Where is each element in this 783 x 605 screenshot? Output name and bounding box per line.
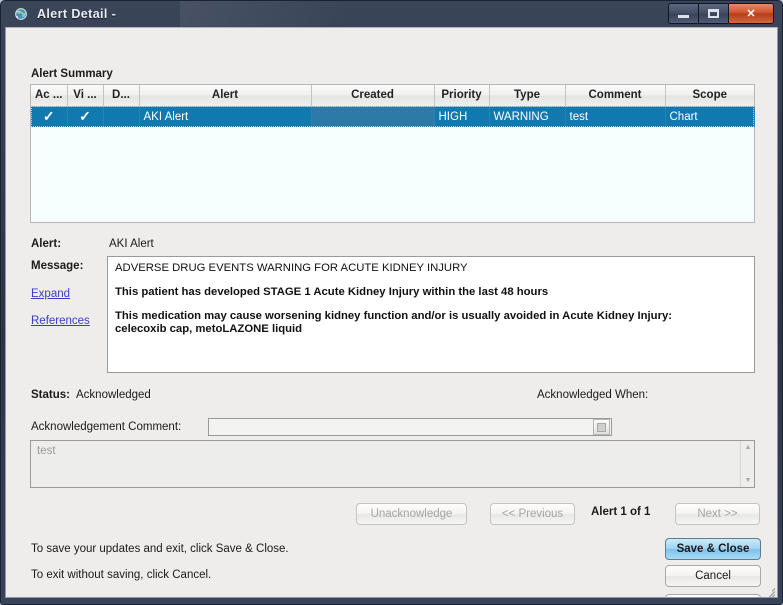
column-header-acknowledged[interactable]: Ac ... (31, 85, 68, 107)
scroll-down-icon[interactable]: ▼ (742, 475, 754, 486)
textarea-value: test (37, 445, 56, 457)
minimize-icon (678, 15, 689, 18)
cell-acknowledged: ✓ (31, 106, 68, 127)
acknowledgement-comment-textarea[interactable]: test ▲ ▼ (30, 440, 755, 488)
cell-type: WARNING (489, 106, 566, 127)
close-icon: ✕ (746, 8, 756, 20)
acknowledged-when-label: Acknowledged When: (537, 389, 649, 401)
table-header-row: Ac ... Vi ... D... Alert Created Priorit… (31, 85, 754, 107)
previous-button[interactable]: << Previous (490, 503, 575, 525)
alert-field-label: Alert: (31, 238, 62, 250)
cell-scope: Chart (665, 106, 755, 127)
alert-counter: Alert 1 of 1 (591, 506, 651, 518)
alert-summary-label: Alert Summary (31, 68, 113, 80)
save-hint-text: To save your updates and exit, click Sav… (31, 543, 289, 555)
dropdown-glyph (597, 422, 606, 432)
help-button[interactable]: Help (665, 594, 761, 597)
table-row[interactable]: ✓ ✓ AKI Alert HIGH WARNING test Chart (31, 106, 755, 127)
column-header-created[interactable]: Created (311, 85, 435, 107)
title-highlight (180, 1, 350, 27)
status-label: Status: (31, 389, 70, 401)
acknowledgement-comment-input[interactable] (209, 419, 593, 435)
unacknowledge-button[interactable]: Unacknowledge (356, 503, 467, 525)
column-header-scope[interactable]: Scope (665, 85, 754, 107)
column-header-type[interactable]: Type (489, 85, 566, 107)
combo-dropdown-icon[interactable] (593, 419, 610, 435)
message-line-1: ADVERSE DRUG EVENTS WARNING FOR ACUTE KI… (115, 262, 468, 274)
maximize-button[interactable] (699, 4, 729, 23)
column-header-deleted[interactable]: D... (103, 85, 140, 107)
client-area: Alert Summary Ac ... Vi ... D... Alert C… (5, 27, 778, 598)
close-button[interactable]: ✕ (729, 4, 773, 23)
textarea-scrollbar[interactable]: ▲ ▼ (740, 441, 754, 487)
scroll-up-icon[interactable]: ▲ (742, 442, 754, 453)
message-text-box: ADVERSE DRUG EVENTS WARNING FOR ACUTE KI… (107, 256, 755, 373)
references-link[interactable]: References (31, 315, 90, 327)
cell-priority: HIGH (434, 106, 490, 127)
expand-link[interactable]: Expand (31, 288, 70, 300)
save-and-close-button[interactable]: Save & Close (665, 538, 761, 560)
cell-deleted (103, 106, 140, 127)
alert-detail-window: Alert Detail - ✕ Alert Summary Ac ... Vi… (0, 0, 783, 605)
status-value: Acknowledged (76, 389, 151, 401)
acknowledgement-comment-label: Acknowledgement Comment: (31, 421, 182, 433)
alert-summary-grid[interactable]: Ac ... Vi ... D... Alert Created Priorit… (30, 84, 755, 223)
window-title: Alert Detail - (37, 7, 117, 21)
column-header-priority[interactable]: Priority (434, 85, 490, 107)
title-bar[interactable]: Alert Detail - ✕ (5, 1, 778, 27)
cancel-hint-text: To exit without saving, click Cancel. (31, 569, 212, 581)
maximize-icon (708, 9, 719, 18)
next-button[interactable]: Next >> (675, 503, 760, 525)
acknowledgement-comment-combobox[interactable] (208, 418, 612, 436)
column-header-alert[interactable]: Alert (139, 85, 312, 107)
cell-created (311, 106, 435, 127)
resize-grip[interactable] (762, 583, 776, 597)
column-header-viewed[interactable]: Vi ... (67, 85, 104, 107)
check-icon-viewed: ✓ (79, 108, 91, 125)
message-field-label: Message: (31, 260, 84, 272)
alert-field-value: AKI Alert (109, 238, 154, 250)
cell-comment: test (565, 106, 666, 127)
message-line-4: celecoxib cap, metoLAZONE liquid (115, 323, 303, 335)
column-header-comment[interactable]: Comment (565, 85, 666, 107)
message-line-3: This medication may cause worsening kidn… (115, 310, 673, 322)
cell-viewed: ✓ (67, 106, 104, 127)
globe-icon (13, 6, 29, 22)
check-icon-acknowledged: ✓ (42, 108, 55, 125)
cell-alert: AKI Alert (139, 106, 312, 127)
minimize-button[interactable] (669, 4, 699, 23)
alert-table: Ac ... Vi ... D... Alert Created Priorit… (31, 85, 755, 127)
cancel-button[interactable]: Cancel (665, 565, 761, 587)
window-controls: ✕ (668, 3, 774, 24)
message-line-2: This patient has developed STAGE 1 Acute… (115, 286, 549, 298)
